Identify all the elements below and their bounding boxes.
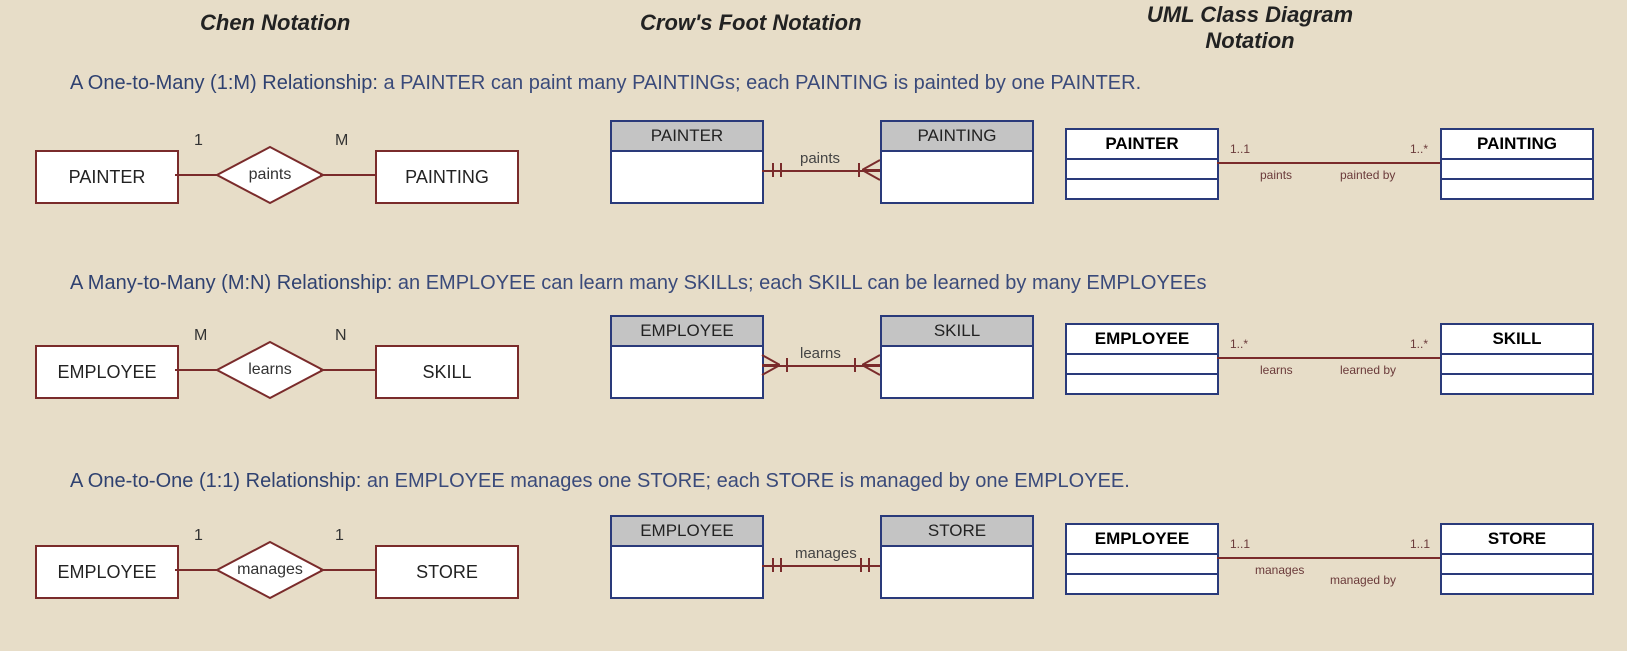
uml-mult-left: 1..1 [1230, 142, 1250, 156]
cf-entity-header: STORE [882, 517, 1032, 547]
chen-entity-right: SKILL [375, 345, 519, 399]
cf-entity-left: EMPLOYEE [610, 315, 764, 399]
uml-class-left: PAINTER [1065, 128, 1219, 200]
chen-entity-left: EMPLOYEE [35, 345, 179, 399]
chen-entity-right: PAINTING [375, 150, 519, 204]
caption-lead: A One-to-One (1:1) Relationship: [70, 470, 361, 492]
uml-role-right: learned by [1340, 363, 1396, 377]
uml-mult-right: 1..1 [1410, 537, 1430, 551]
chen-card-left: 1 [194, 132, 203, 150]
uml-role-right: painted by [1340, 168, 1395, 182]
cf-entity-right: PAINTING [880, 120, 1034, 204]
uml-class-right: PAINTING [1440, 128, 1594, 200]
cf-entity-header: SKILL [882, 317, 1032, 347]
chen-rel-label: paints [215, 145, 325, 205]
uml-class-name: PAINTING [1442, 130, 1592, 160]
cf-entity-header: EMPLOYEE [612, 317, 762, 347]
cf-crowfoot-icon [862, 158, 882, 182]
chen-connector [320, 174, 375, 176]
chen-rel-label: manages [215, 540, 325, 600]
chen-card-right: N [335, 327, 347, 345]
cf-tick-icon [780, 558, 782, 572]
cf-entity-left: PAINTER [610, 120, 764, 204]
cf-tick-icon [868, 558, 870, 572]
chen-connector [320, 369, 375, 371]
cf-crowfoot-icon [862, 353, 882, 377]
caption-row3: A One-to-One (1:1) Relationship: an EMPL… [70, 470, 1130, 493]
cf-tick-icon [772, 558, 774, 572]
uml-class-name: EMPLOYEE [1067, 325, 1217, 355]
cf-rel-label: paints [800, 150, 840, 167]
chen-relationship: learns [215, 340, 325, 400]
header-chen: Chen Notation [200, 10, 350, 36]
cf-entity-header: EMPLOYEE [612, 517, 762, 547]
chen-card-left: 1 [194, 527, 203, 545]
uml-association [1217, 357, 1440, 359]
header-uml: UML Class Diagram Notation [1120, 2, 1380, 54]
cf-tick-icon [772, 163, 774, 177]
uml-class-name: EMPLOYEE [1067, 525, 1217, 555]
uml-mult-left: 1..1 [1230, 537, 1250, 551]
uml-class-right: SKILL [1440, 323, 1594, 395]
caption-lead: A One-to-Many (1:M) Relationship: [70, 72, 378, 94]
chen-entity-left: EMPLOYEE [35, 545, 179, 599]
chen-card-right: M [335, 132, 348, 150]
uml-class-left: EMPLOYEE [1065, 323, 1219, 395]
caption-row1: A One-to-Many (1:M) Relationship: a PAIN… [70, 72, 1141, 95]
uml-class-right: STORE [1440, 523, 1594, 595]
caption-rest: a PAINTER can paint many PAINTINGs; each… [378, 72, 1141, 94]
chen-relationship: paints [215, 145, 325, 205]
cf-rel-label: learns [800, 345, 841, 362]
chen-entity-left: PAINTER [35, 150, 179, 204]
cf-crowfoot-icon [760, 353, 780, 377]
chen-connector [320, 569, 375, 571]
chen-card-left: M [194, 327, 207, 345]
uml-mult-left: 1..* [1230, 337, 1248, 351]
cf-tick-icon [860, 558, 862, 572]
uml-role-left: manages [1255, 563, 1304, 577]
cf-tick-icon [786, 358, 788, 372]
uml-role-left: paints [1260, 168, 1292, 182]
uml-mult-right: 1..* [1410, 142, 1428, 156]
cf-tick-icon [858, 163, 860, 177]
caption-lead: A Many-to-Many (M:N) Relationship: [70, 272, 392, 294]
caption-rest: an EMPLOYEE manages one STORE; each STOR… [361, 470, 1130, 492]
cf-tick-icon [780, 163, 782, 177]
chen-card-right: 1 [335, 527, 344, 545]
uml-class-name: PAINTER [1067, 130, 1217, 160]
chen-relationship: manages [215, 540, 325, 600]
cf-entity-header: PAINTER [612, 122, 762, 152]
chen-entity-right: STORE [375, 545, 519, 599]
caption-rest: an EMPLOYEE can learn many SKILLs; each … [392, 272, 1206, 294]
uml-role-right: managed by [1330, 573, 1396, 587]
uml-class-name: STORE [1442, 525, 1592, 555]
cf-entity-header: PAINTING [882, 122, 1032, 152]
header-crows: Crow's Foot Notation [640, 10, 862, 36]
uml-mult-right: 1..* [1410, 337, 1428, 351]
cf-tick-icon [854, 358, 856, 372]
chen-rel-label: learns [215, 340, 325, 400]
uml-association [1217, 162, 1440, 164]
uml-association [1217, 557, 1440, 559]
uml-class-left: EMPLOYEE [1065, 523, 1219, 595]
cf-entity-right: SKILL [880, 315, 1034, 399]
uml-class-name: SKILL [1442, 325, 1592, 355]
cf-entity-left: EMPLOYEE [610, 515, 764, 599]
uml-role-left: learns [1260, 363, 1293, 377]
cf-entity-right: STORE [880, 515, 1034, 599]
caption-row2: A Many-to-Many (M:N) Relationship: an EM… [70, 272, 1206, 295]
cf-rel-label: manages [795, 545, 857, 562]
